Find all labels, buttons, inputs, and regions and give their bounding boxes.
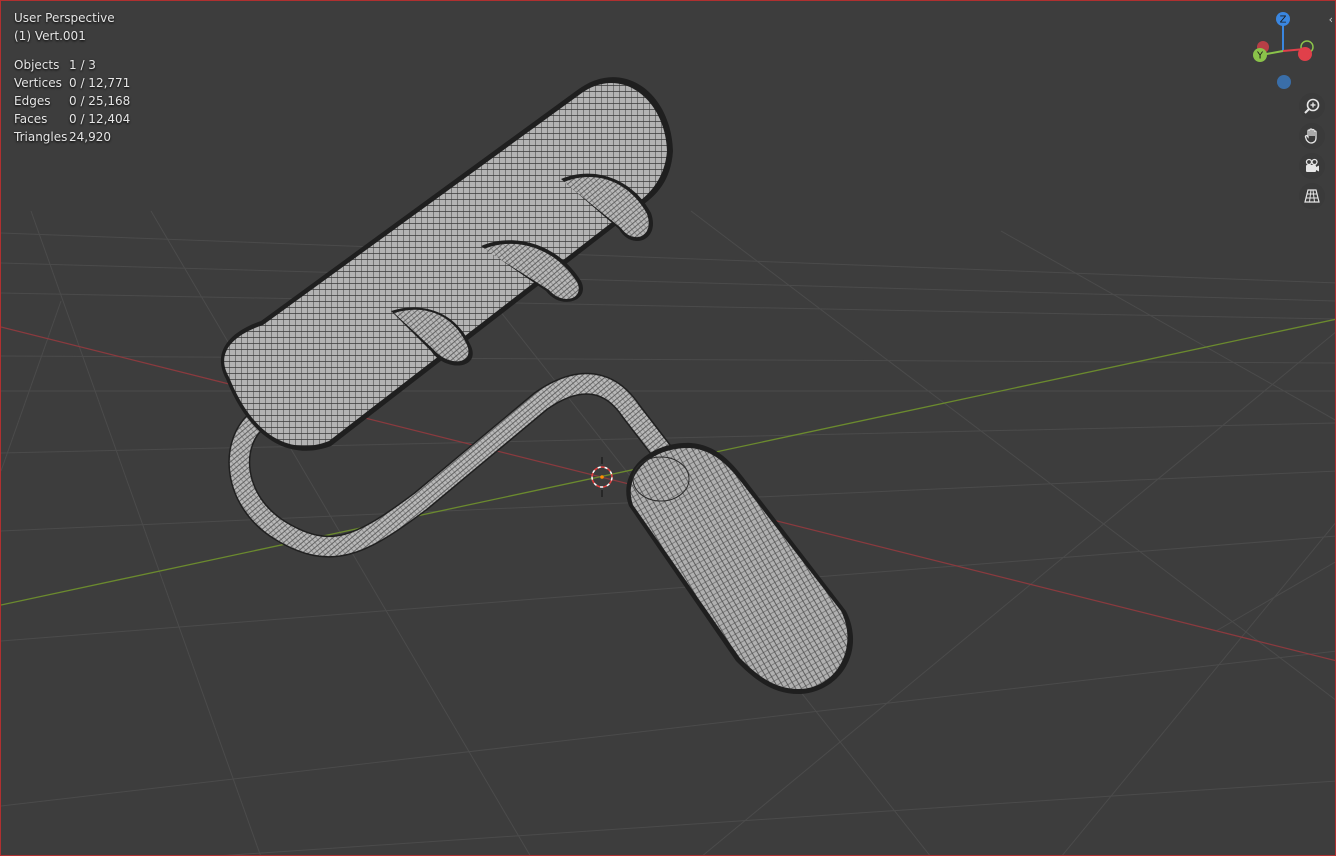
stat-row-objects: Objects 1 / 3 [14, 56, 130, 74]
zoom-button[interactable] [1299, 93, 1325, 119]
stat-row-triangles: Triangles 24,920 [14, 128, 130, 146]
stat-label: Faces [14, 112, 48, 126]
scene-statistics: Objects 1 / 3 Vertices 0 / 12,771 Edges … [14, 56, 130, 146]
gizmo-z-negative-icon[interactable] [1277, 75, 1291, 89]
navigation-gizmo[interactable]: Y Z [1239, 9, 1323, 93]
gizmo-y-axis-icon[interactable]: Y [1253, 48, 1267, 62]
pan-button[interactable] [1299, 123, 1325, 149]
perspective-toggle-button[interactable] [1299, 183, 1325, 209]
stat-label: Objects [14, 58, 60, 72]
gizmo-x-axis-icon[interactable] [1298, 47, 1312, 61]
gizmo-z-axis-icon[interactable]: Z [1276, 12, 1290, 26]
stat-label: Vertices [14, 76, 62, 90]
grid-perspective-icon [1304, 189, 1320, 203]
viewport-scene[interactable] [1, 1, 1336, 856]
stat-row-vertices: Vertices 0 / 12,771 [14, 74, 130, 92]
gizmo-z-label: Z [1280, 15, 1287, 26]
stat-label: Triangles [14, 130, 68, 144]
stat-row-edges: Edges 0 / 25,168 [14, 92, 130, 110]
view-name-label: User Perspective [14, 11, 115, 25]
camera-view-button[interactable] [1299, 153, 1325, 179]
active-object-label: (1) Vert.001 [14, 29, 86, 43]
stat-value: 0 / 12,404 [69, 112, 131, 126]
grip-cylinder-mesh[interactable] [626, 442, 854, 695]
stat-row-faces: Faces 0 / 12,404 [14, 110, 130, 128]
viewport-info-overlay: User Perspective (1) Vert.001 Objects 1 … [14, 9, 130, 146]
sidebar-collapse-icon[interactable]: ‹ [1329, 13, 1333, 26]
stat-value: 0 / 12,771 [69, 76, 131, 90]
camera-icon [1305, 158, 1319, 172]
3d-viewport[interactable]: User Perspective (1) Vert.001 Objects 1 … [0, 0, 1336, 856]
stat-value: 0 / 25,168 [69, 94, 131, 108]
stat-value: 24,920 [69, 130, 111, 144]
3d-cursor-icon[interactable] [591, 457, 613, 497]
hand-icon [1304, 128, 1317, 144]
stat-label: Edges [14, 94, 51, 108]
gizmo-y-label: Y [1256, 51, 1264, 62]
magnifier-plus-icon [1304, 98, 1320, 114]
stat-value: 1 / 3 [69, 58, 96, 72]
